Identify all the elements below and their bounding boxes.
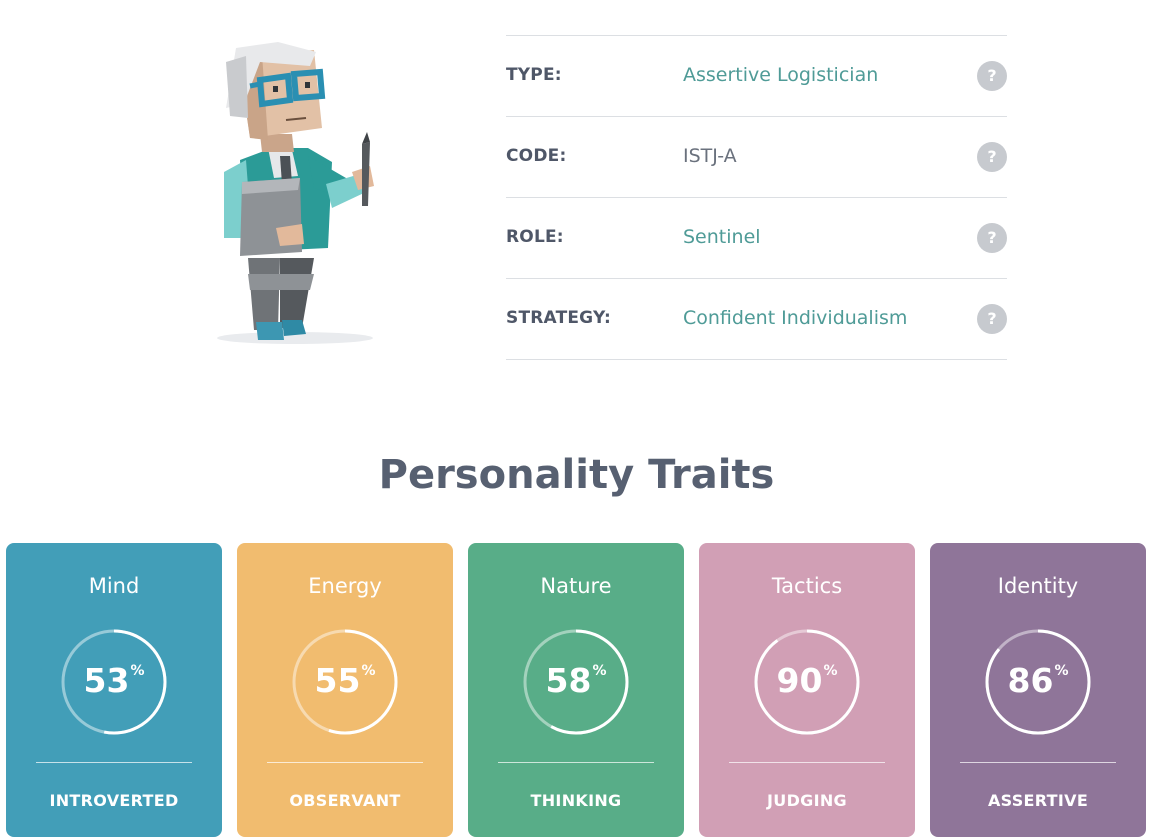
role-help-icon[interactable]: ?	[977, 223, 1007, 253]
type-help-icon[interactable]: ?	[977, 61, 1007, 91]
trait-percent: 90%	[699, 661, 915, 700]
percent-sign: %	[361, 663, 376, 679]
trait-label: ASSERTIVE	[987, 791, 1089, 810]
trait-percent: 55%	[237, 661, 453, 700]
trait-card-title: Identity	[997, 574, 1079, 598]
card-divider	[267, 762, 423, 763]
code-value: ISTJ-A	[683, 145, 737, 167]
profile-row-code: CODE: ISTJ-A ?	[506, 117, 1007, 198]
type-value[interactable]: Assertive Logistician	[683, 64, 878, 86]
profile-row-type: TYPE: Assertive Logistician ?	[506, 36, 1007, 117]
trait-card-mind[interactable]: Mind 53% INTROVERTED	[6, 543, 222, 837]
card-divider	[960, 762, 1116, 763]
trait-label: INTROVERTED	[49, 791, 179, 810]
trait-card-nature[interactable]: Nature 58% THINKING	[468, 543, 684, 837]
trait-percent-number: 58	[545, 661, 592, 700]
trait-percent-number: 55	[314, 661, 361, 700]
card-divider	[36, 762, 192, 763]
trait-percent: 58%	[468, 661, 684, 700]
strategy-label: STRATEGY:	[506, 308, 611, 328]
profile-row-role: ROLE: Sentinel ?	[506, 198, 1007, 279]
trait-card-tactics[interactable]: Tactics 90% JUDGING	[699, 543, 915, 837]
trait-card-title: Mind	[88, 574, 140, 598]
percent-sign: %	[130, 663, 145, 679]
trait-card-identity[interactable]: Identity 86% ASSERTIVE	[930, 543, 1146, 837]
profile-row-strategy: STRATEGY: Confident Individualism ?	[506, 279, 1007, 360]
trait-card-title: Energy	[308, 574, 382, 598]
type-label: TYPE:	[506, 65, 562, 85]
trait-card-title: Nature	[540, 574, 612, 598]
code-help-icon[interactable]: ?	[977, 142, 1007, 172]
trait-card-title: Tactics	[771, 574, 843, 598]
strategy-value[interactable]: Confident Individualism	[683, 307, 907, 329]
card-divider	[498, 762, 654, 763]
role-value[interactable]: Sentinel	[683, 226, 761, 248]
trait-label: THINKING	[530, 791, 622, 810]
strategy-help-icon[interactable]: ?	[977, 304, 1007, 334]
percent-sign: %	[592, 663, 607, 679]
trait-percent-number: 86	[1007, 661, 1054, 700]
logistician-avatar-illustration	[217, 42, 374, 344]
card-divider	[729, 762, 885, 763]
code-label: CODE:	[506, 146, 567, 166]
role-label: ROLE:	[506, 227, 564, 247]
trait-percent: 53%	[6, 661, 222, 700]
percent-sign: %	[1054, 663, 1069, 679]
trait-label: JUDGING	[767, 791, 847, 810]
profile-info-table: TYPE: Assertive Logistician ? CODE: ISTJ…	[506, 35, 1007, 360]
section-title: Personality Traits	[378, 452, 775, 498]
percent-sign: %	[823, 663, 838, 679]
trait-card-energy[interactable]: Energy 55% OBSERVANT	[237, 543, 453, 837]
trait-percent-number: 90	[776, 661, 823, 700]
trait-percent: 86%	[930, 661, 1146, 700]
trait-percent-number: 53	[83, 661, 130, 700]
trait-label: OBSERVANT	[289, 791, 401, 810]
